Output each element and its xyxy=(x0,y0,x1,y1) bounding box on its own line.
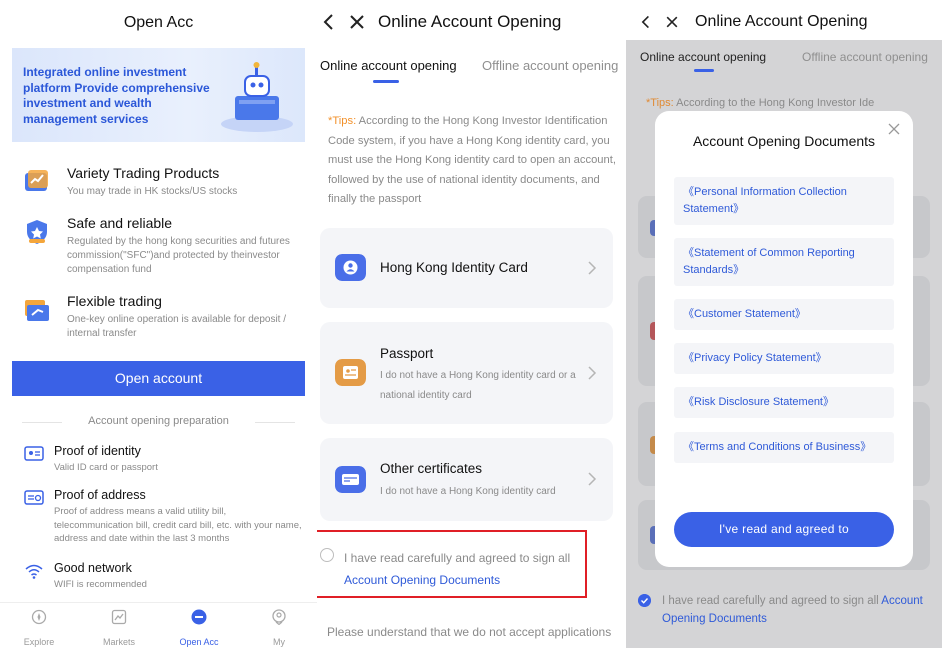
page-title: Online Account Opening xyxy=(695,13,868,30)
certificate-icon xyxy=(335,466,366,493)
footer-note: Please understand that we do not accept … xyxy=(327,625,612,639)
card-desc: I do not have a Hong Kong identity card … xyxy=(380,370,576,401)
id-card-icon xyxy=(24,446,44,461)
card-title: Hong Kong Identity Card xyxy=(380,260,528,275)
tab-offline-account-opening[interactable]: Offline account opening xyxy=(802,50,928,64)
prep-desc: Valid ID card or passport xyxy=(54,462,158,473)
user-icon xyxy=(272,609,286,626)
chevron-right-icon xyxy=(588,261,597,275)
tips-text: *Tips: According to the Hong Kong Invest… xyxy=(328,112,618,210)
prep-desc: WIFI is recommended xyxy=(54,579,147,590)
agree-radio[interactable] xyxy=(320,548,334,562)
tab-explore[interactable]: Explore xyxy=(9,609,69,647)
document-link[interactable]: 《Risk Disclosure Statement》 xyxy=(674,387,894,418)
tab-online-account-opening[interactable]: Online account opening xyxy=(320,58,457,73)
tab-offline-account-opening[interactable]: Offline account opening xyxy=(482,58,618,73)
bottom-tab-bar: Explore Markets Open Acc My xyxy=(0,602,317,648)
tips-label: *Tips: xyxy=(328,115,357,127)
promo-banner[interactable]: Integrated online investment platform Pr… xyxy=(12,48,305,142)
document-link[interactable]: 《Personal Information Collection Stateme… xyxy=(674,177,894,225)
card-desc: I do not have a Hong Kong identity card xyxy=(380,486,556,497)
documents-modal-screen: Online Account Opening Online account op… xyxy=(626,0,942,648)
passport-icon xyxy=(335,359,366,386)
chevron-right-icon xyxy=(588,366,597,380)
document-link[interactable]: 《Terms and Conditions of Business》 xyxy=(674,432,894,463)
online-account-opening-screen: Online Account Opening Online account op… xyxy=(317,0,625,648)
tab-online-account-opening[interactable]: Online account opening xyxy=(640,50,766,64)
document-link[interactable]: 《Customer Statement》 xyxy=(674,299,894,330)
address-card-icon xyxy=(24,490,44,505)
tab-label: Explore xyxy=(23,637,55,647)
close-icon[interactable] xyxy=(347,12,367,32)
chevron-right-icon xyxy=(588,472,597,486)
feature-desc: Regulated by the hong kong securities an… xyxy=(67,236,290,275)
tab-markets[interactable]: Markets xyxy=(89,609,149,647)
prep-title: Proof of address xyxy=(54,488,146,502)
close-icon[interactable] xyxy=(664,13,680,31)
open-acc-screen: Open Acc Integrated online investment pl… xyxy=(0,0,317,648)
feature-title: Variety Trading Products xyxy=(67,165,220,181)
option-other-certificates[interactable]: Other certificates I do not have a Hong … xyxy=(320,438,613,521)
agreement-label: I have read carefully and agreed to sign… xyxy=(662,595,882,607)
document-link[interactable]: 《Privacy Policy Statement》 xyxy=(674,343,894,374)
robot-illustration-icon xyxy=(221,62,293,132)
tab-my[interactable]: My xyxy=(249,609,309,647)
page-title: Open Acc xyxy=(123,14,194,31)
tab-label: Markets xyxy=(102,637,135,647)
tips-label: *Tips: xyxy=(646,97,674,109)
active-tab-indicator xyxy=(373,80,399,83)
document-link[interactable]: 《Statement of Common Reporting Standards… xyxy=(674,238,894,286)
chart-icon xyxy=(111,609,127,625)
feature-desc: You may trade in HK stocks/US stocks xyxy=(67,186,238,197)
checked-icon[interactable] xyxy=(638,594,651,607)
wifi-icon xyxy=(25,564,43,579)
modal-title: Account Opening Documents xyxy=(692,133,876,149)
prep-desc: Proof of address means a valid utility b… xyxy=(54,506,302,544)
compass-icon xyxy=(31,609,47,625)
agreement-text: I have read carefully and agreed to sign… xyxy=(662,592,938,628)
banner-text: Integrated online investment platform Pr… xyxy=(23,65,210,126)
back-arrow-icon[interactable] xyxy=(638,13,654,31)
tips-body: According to the Hong Kong Investor Ide xyxy=(673,97,875,109)
option-hk-identity-card[interactable]: Hong Kong Identity Card xyxy=(320,228,613,308)
account-opening-documents-link[interactable]: Account Opening Documents xyxy=(344,573,500,587)
tips-body: According to the Hong Kong Investor Iden… xyxy=(328,115,616,205)
agreement-text: I have read carefully and agreed to sign… xyxy=(344,547,584,591)
id-person-icon xyxy=(335,254,366,281)
prep-title: Proof of identity xyxy=(54,444,141,458)
prep-header: Account opening preparation xyxy=(0,415,317,427)
active-tab-indicator xyxy=(694,69,714,72)
card-title: Other certificates xyxy=(380,461,483,476)
chart-trend-icon xyxy=(25,170,48,191)
read-and-agreed-button[interactable]: I've read and agreed to xyxy=(674,512,894,547)
tips-text: *Tips: According to the Hong Kong Invest… xyxy=(646,96,936,112)
agreement-highlight-box: I have read carefully and agreed to sign… xyxy=(317,530,587,598)
page-title: Online Account Opening xyxy=(378,12,562,31)
feature-title: Flexible trading xyxy=(67,293,162,309)
shield-star-icon xyxy=(27,220,47,244)
feature-title: Safe and reliable xyxy=(67,215,173,231)
prep-title: Good network xyxy=(54,561,132,575)
back-arrow-icon[interactable] xyxy=(319,12,339,32)
tab-label: My xyxy=(273,637,285,647)
option-passport[interactable]: Passport I do not have a Hong Kong ident… xyxy=(320,322,613,424)
agreement-label: I have read carefully and agreed to sign… xyxy=(344,551,571,565)
open-acc-icon xyxy=(191,609,207,625)
card-title: Passport xyxy=(380,346,434,361)
open-account-button[interactable]: Open account xyxy=(12,361,305,396)
tab-label: Open Acc xyxy=(179,637,219,647)
folder-arrow-icon xyxy=(25,300,49,321)
documents-modal: Account Opening Documents 《Personal Info… xyxy=(655,111,913,567)
feature-desc: One-key online operation is available fo… xyxy=(67,314,287,339)
tab-open-acc[interactable]: Open Acc xyxy=(169,609,229,647)
